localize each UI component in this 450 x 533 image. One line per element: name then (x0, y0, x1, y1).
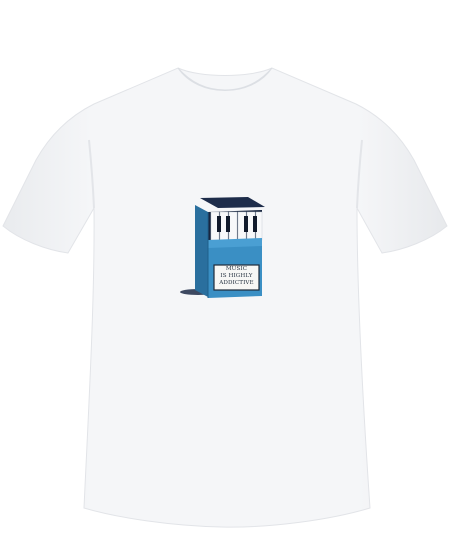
print-label: MUSIC IS HIGHLY ADDICTIVE (214, 266, 259, 287)
product-image: MUSIC IS HIGHLY ADDICTIVE (0, 0, 450, 533)
label-line-3: ADDICTIVE (219, 280, 254, 286)
piano-keys (210, 211, 263, 241)
label-line-2: IS HIGHLY (220, 273, 253, 279)
label-line-1: MUSIC (225, 266, 248, 272)
